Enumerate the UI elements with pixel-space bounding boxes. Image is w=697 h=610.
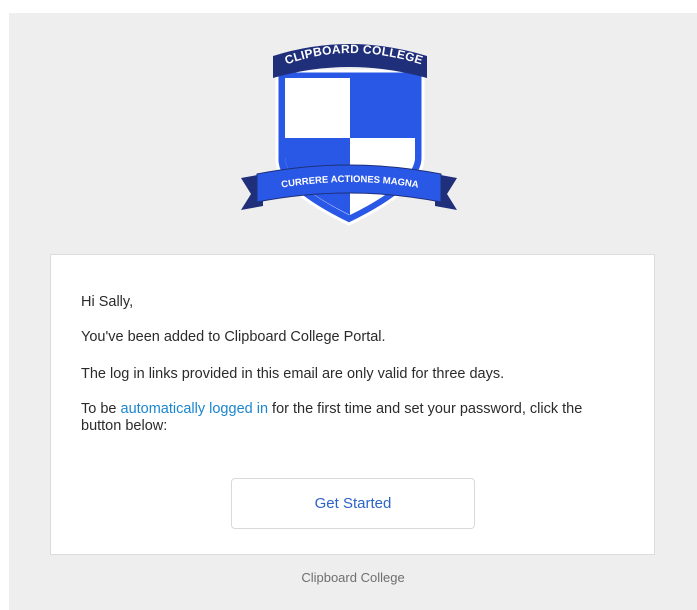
validity-message: The log in links provided in this email … xyxy=(81,366,505,382)
footer-text: Clipboard College xyxy=(301,570,405,585)
email-card: Hi Sally, You've been added to Clipboard… xyxy=(50,254,655,555)
instruction-prefix: To be xyxy=(81,401,121,417)
instruction-message: To be automatically logged in for the fi… xyxy=(81,401,626,435)
get-started-button[interactable]: Get Started xyxy=(231,478,475,529)
greeting: Hi Sally, xyxy=(81,294,134,310)
added-message: You've been added to Clipboard College P… xyxy=(81,329,386,345)
auto-login-link[interactable]: automatically logged in xyxy=(121,401,269,417)
clipboard-college-crest-logo: CLIPBOARD COLLEGE CURRERE ACTIONES MAGNA xyxy=(241,42,457,226)
